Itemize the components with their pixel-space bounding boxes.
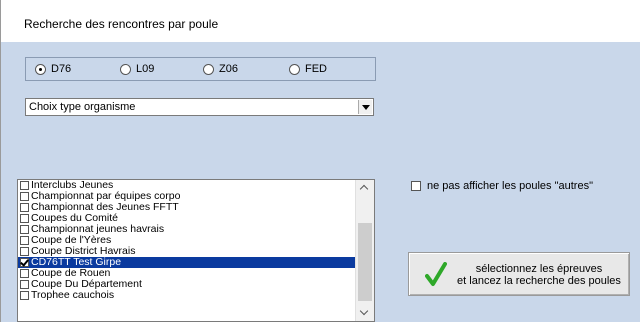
list-item-checkbox-checked[interactable] bbox=[20, 258, 29, 267]
radio-fed-button[interactable] bbox=[289, 63, 300, 75]
radio-fed[interactable]: FED bbox=[289, 63, 327, 75]
list-item-checkbox[interactable] bbox=[20, 192, 29, 201]
radio-l09[interactable]: L09 bbox=[120, 63, 154, 75]
radio-d76-button[interactable] bbox=[35, 63, 46, 75]
scroll-down-arrow-icon[interactable] bbox=[356, 305, 374, 321]
radio-d76-label: D76 bbox=[51, 63, 72, 75]
organisme-type-select[interactable]: Choix type organisme bbox=[25, 98, 374, 116]
launch-search-label-line2: et lancez la recherche des poules bbox=[457, 275, 621, 287]
green-check-icon bbox=[425, 262, 447, 291]
list-item-checkbox[interactable] bbox=[20, 181, 29, 190]
scroll-up-arrow-icon[interactable] bbox=[356, 180, 374, 196]
radio-fed-label: FED bbox=[305, 63, 327, 75]
launch-search-label-line1: sélectionnez les épreuves bbox=[475, 263, 603, 275]
list-item-checkbox[interactable] bbox=[20, 280, 29, 289]
list-item-label: Trophee cauchois bbox=[31, 289, 115, 301]
launch-search-button[interactable]: sélectionnez les épreuves et lancez la r… bbox=[408, 252, 630, 296]
radio-z06-label: Z06 bbox=[219, 63, 238, 75]
window-title: Recherche des rencontres par poule bbox=[24, 17, 219, 31]
list-item-checkbox[interactable] bbox=[20, 225, 29, 234]
radio-d76[interactable]: D76 bbox=[35, 63, 71, 75]
hide-other-pools-option[interactable]: ne pas afficher les poules "autres" bbox=[411, 180, 593, 192]
launch-search-label: sélectionnez les épreuves et lancez la r… bbox=[449, 263, 629, 287]
radio-z06[interactable]: Z06 bbox=[203, 63, 238, 75]
organisme-type-value: Choix type organisme bbox=[29, 101, 136, 113]
scrollbar-thumb[interactable] bbox=[358, 223, 372, 301]
list-scrollbar[interactable] bbox=[355, 180, 374, 321]
radio-l09-label: L09 bbox=[136, 63, 155, 75]
dialog-body: D76 L09 Z06 FED Choix type organisme Int… bbox=[0, 42, 640, 322]
title-bar: Recherche des rencontres par poule bbox=[0, 0, 640, 42]
list-item-checkbox[interactable] bbox=[20, 247, 29, 256]
radio-z06-button[interactable] bbox=[203, 63, 214, 75]
list-item-checkbox[interactable] bbox=[20, 236, 29, 245]
radio-l09-button[interactable] bbox=[120, 63, 131, 75]
list-item-checkbox[interactable] bbox=[20, 203, 29, 212]
list-item-checkbox[interactable] bbox=[20, 291, 29, 300]
dropdown-arrow-icon[interactable] bbox=[358, 100, 372, 114]
epreuves-listbox[interactable]: Interclubs Jeunes Championnat par équipe… bbox=[17, 179, 375, 322]
hide-other-pools-label: ne pas afficher les poules "autres" bbox=[427, 180, 593, 192]
hide-other-pools-checkbox[interactable] bbox=[411, 181, 421, 191]
list-item-checkbox[interactable] bbox=[20, 214, 29, 223]
list-item[interactable]: Trophee cauchois bbox=[18, 290, 355, 301]
list-item-checkbox[interactable] bbox=[20, 269, 29, 278]
federation-radio-group: D76 L09 Z06 FED bbox=[25, 57, 376, 81]
